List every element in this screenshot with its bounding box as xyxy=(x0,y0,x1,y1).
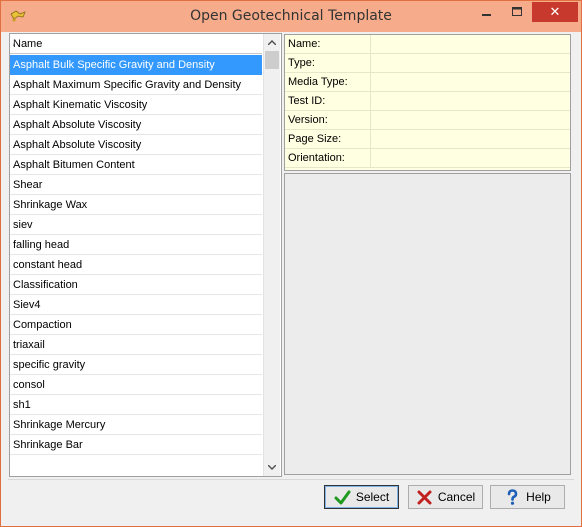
list-item[interactable]: Shrinkage Wax xyxy=(10,195,262,215)
template-list-rows: Asphalt Bulk Specific Gravity and Densit… xyxy=(10,55,262,455)
select-button[interactable]: Select xyxy=(324,485,399,509)
chevron-down-icon xyxy=(268,465,276,470)
list-item[interactable]: triaxail xyxy=(10,335,262,355)
list-item[interactable]: constant head xyxy=(10,255,262,275)
list-item[interactable]: Asphalt Maximum Specific Gravity and Den… xyxy=(10,75,262,95)
list-item[interactable]: falling head xyxy=(10,235,262,255)
scroll-down-button[interactable] xyxy=(264,459,280,476)
question-mark-icon xyxy=(507,488,518,505)
sort-indicator-icon: / xyxy=(13,38,16,48)
list-item[interactable]: Shrinkage Bar xyxy=(10,435,262,455)
list-item[interactable]: Siev4 xyxy=(10,295,262,315)
list-item[interactable]: Asphalt Bitumen Content xyxy=(10,155,262,175)
list-item[interactable]: Classification xyxy=(10,275,262,295)
list-item[interactable]: sh1 xyxy=(10,395,262,415)
list-item[interactable]: Asphalt Bulk Specific Gravity and Densit… xyxy=(10,55,262,75)
column-header-label: Name xyxy=(13,38,43,50)
scroll-up-button[interactable] xyxy=(264,34,280,51)
property-row-type: Type: xyxy=(285,54,570,73)
property-row-media-type: Media Type: xyxy=(285,73,570,92)
list-item[interactable]: siev xyxy=(10,215,262,235)
maximize-icon xyxy=(512,7,522,16)
property-row-orientation: Orientation: xyxy=(285,149,570,168)
close-icon: ✕ xyxy=(549,4,561,19)
list-item[interactable]: Asphalt Absolute Viscosity xyxy=(10,115,262,135)
properties-panel: Name: Type: Media Type: Test ID: Version xyxy=(284,34,571,171)
help-button[interactable]: Help xyxy=(490,485,565,509)
minimize-button[interactable] xyxy=(473,2,500,22)
column-header-name[interactable]: Name / xyxy=(10,34,262,54)
property-row-name: Name: xyxy=(285,35,570,54)
select-button-label: Select xyxy=(355,490,390,504)
dialog-window: Open Geotechnical Template ✕ Name / Asph… xyxy=(0,0,582,527)
cancel-button-label: Cancel xyxy=(437,490,476,504)
property-label: Type: xyxy=(288,57,315,69)
scroll-thumb[interactable] xyxy=(265,51,279,69)
minimize-icon xyxy=(481,14,491,16)
chevron-up-icon xyxy=(268,40,276,45)
cancel-button[interactable]: Cancel xyxy=(408,485,483,509)
property-label: Name: xyxy=(288,38,321,50)
list-item[interactable]: consol xyxy=(10,375,262,395)
list-item[interactable]: Compaction xyxy=(10,315,262,335)
dialog-body: Name / Asphalt Bulk Specific Gravity and… xyxy=(8,32,574,519)
maximize-button[interactable] xyxy=(504,2,531,22)
list-item[interactable]: Shrinkage Mercury xyxy=(10,415,262,435)
template-list[interactable]: Name / Asphalt Bulk Specific Gravity and… xyxy=(9,33,282,477)
property-row-version: Version: xyxy=(285,111,570,130)
property-label: Version: xyxy=(288,114,328,126)
list-scrollbar[interactable] xyxy=(263,34,280,476)
list-item[interactable]: Asphalt Absolute Viscosity xyxy=(10,135,262,155)
title-bar[interactable]: Open Geotechnical Template ✕ xyxy=(1,1,581,32)
x-icon xyxy=(417,490,432,504)
property-label: Media Type: xyxy=(288,76,348,88)
property-label: Orientation: xyxy=(288,152,345,164)
property-label: Test ID: xyxy=(288,95,326,107)
close-button[interactable]: ✕ xyxy=(532,2,578,22)
divider xyxy=(8,479,574,480)
help-button-label: Help xyxy=(526,490,551,504)
list-item[interactable]: specific gravity xyxy=(10,355,262,375)
checkmark-icon xyxy=(334,490,351,504)
template-preview xyxy=(284,173,571,475)
property-row-test-id: Test ID: xyxy=(285,92,570,111)
property-label: Page Size: xyxy=(288,133,342,145)
property-row-page-size: Page Size: xyxy=(285,130,570,149)
list-item[interactable]: Shear xyxy=(10,175,262,195)
list-item[interactable]: Asphalt Kinematic Viscosity xyxy=(10,95,262,115)
